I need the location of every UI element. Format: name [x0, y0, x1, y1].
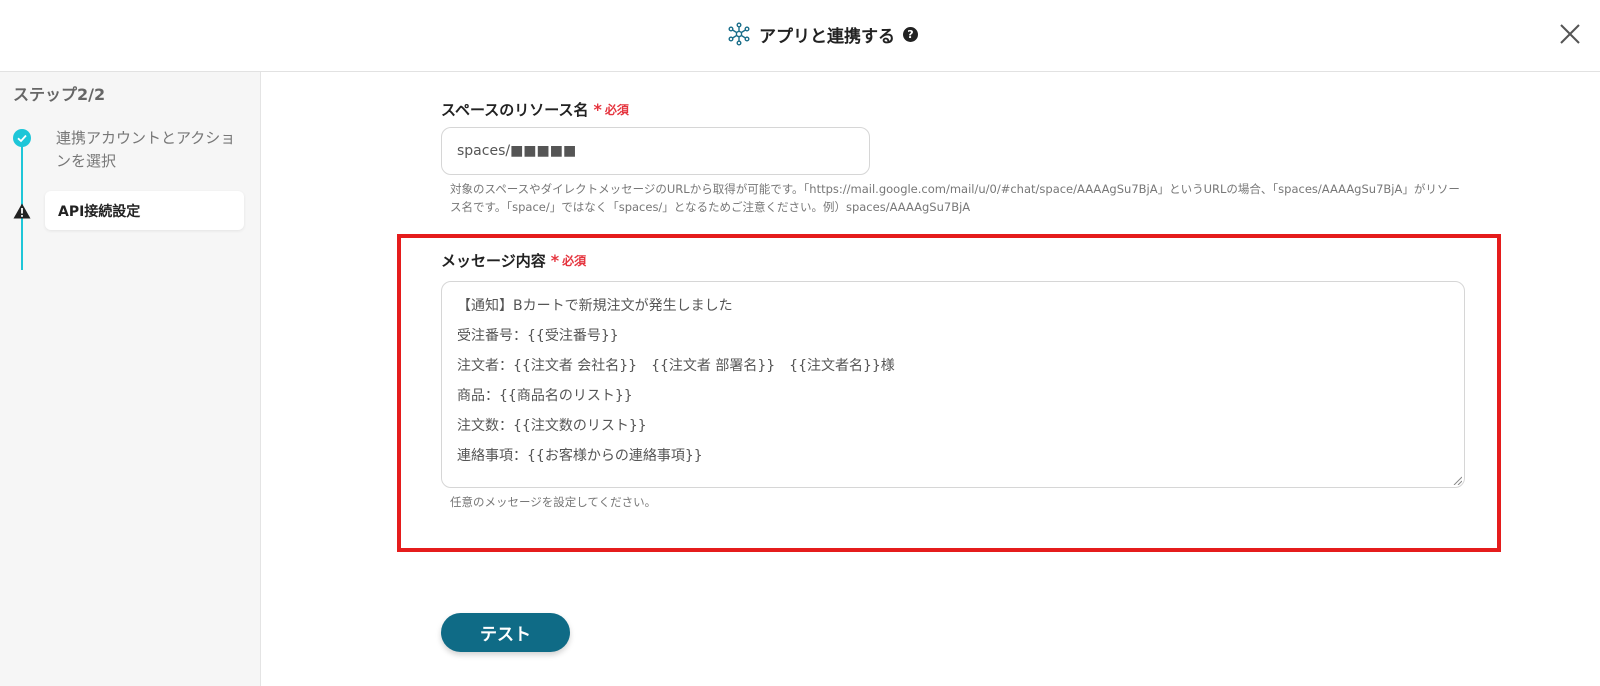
sidebar-step-select-action[interactable]: 連携アカウントとアクションを選択: [56, 127, 236, 173]
resource-name-help-line: 対象のスペースやダイレクトメッセージのURLから取得が可能です。「https:/…: [450, 182, 1460, 196]
message-help: 任意のメッセージを設定してください。: [450, 495, 657, 509]
required-asterisk-icon: *: [550, 250, 560, 270]
sidebar-step-api-settings[interactable]: API接続設定: [45, 191, 244, 230]
step-counter: ステップ2/2: [13, 85, 106, 104]
required-asterisk-icon: *: [593, 99, 602, 119]
message-line: 【通知】Bカートで新規注文が発生しました: [457, 298, 733, 314]
help-icon[interactable]: ?: [903, 26, 918, 42]
app-integration-icon: [728, 22, 750, 46]
test-button[interactable]: テスト: [441, 613, 570, 652]
required-label: 必須: [604, 103, 629, 117]
resize-handle-icon[interactable]: [1452, 475, 1462, 485]
message-label-text: メッセージ内容: [441, 252, 546, 270]
required-badge: * 必須: [551, 252, 586, 269]
resource-name-label: スペースのリソース名 * 必須: [441, 99, 629, 120]
check-circle-icon: [13, 129, 31, 147]
step-sidebar: ステップ2/2 連携アカウントとアクションを選択 API接続設定: [0, 72, 261, 686]
resource-name-help: 対象のスペースやダイレクトメッセージのURLから取得が可能です。「https:/…: [450, 180, 1460, 216]
modal-title-text: アプリと連携する: [759, 26, 895, 47]
message-line: 連絡事項：{{お客様からの連絡事項}}: [457, 448, 703, 464]
message-line: 注文者：{{注文者 会社名}} {{注文者 部署名}} {{注文者名}}様: [457, 358, 895, 374]
message-line: 商品：{{商品名のリスト}}: [457, 388, 633, 404]
modal-header: アプリと連携する ?: [0, 0, 1600, 72]
required-label: 必須: [562, 254, 587, 268]
close-icon[interactable]: [1555, 19, 1585, 49]
message-textarea[interactable]: 【通知】Bカートで新規注文が発生しました 受注番号：{{受注番号}} 注文者：{…: [441, 281, 1465, 488]
message-line: 注文数：{{注文数のリスト}}: [457, 418, 647, 434]
warning-icon: [13, 203, 31, 219]
resource-name-input[interactable]: spaces/■■■■■: [441, 127, 870, 175]
message-line: 受注番号：{{受注番号}}: [457, 328, 619, 344]
modal-title: アプリと連携する ?: [727, 20, 918, 48]
resource-name-help-line: ス名です。「space/」ではなく「spaces/」となるためご注意ください。例…: [450, 200, 971, 214]
required-badge: * 必須: [593, 101, 628, 118]
resource-name-label-text: スペースのリソース名: [441, 101, 589, 119]
message-label: メッセージ内容 * 必須: [441, 250, 586, 271]
close-button[interactable]: [1555, 19, 1585, 49]
